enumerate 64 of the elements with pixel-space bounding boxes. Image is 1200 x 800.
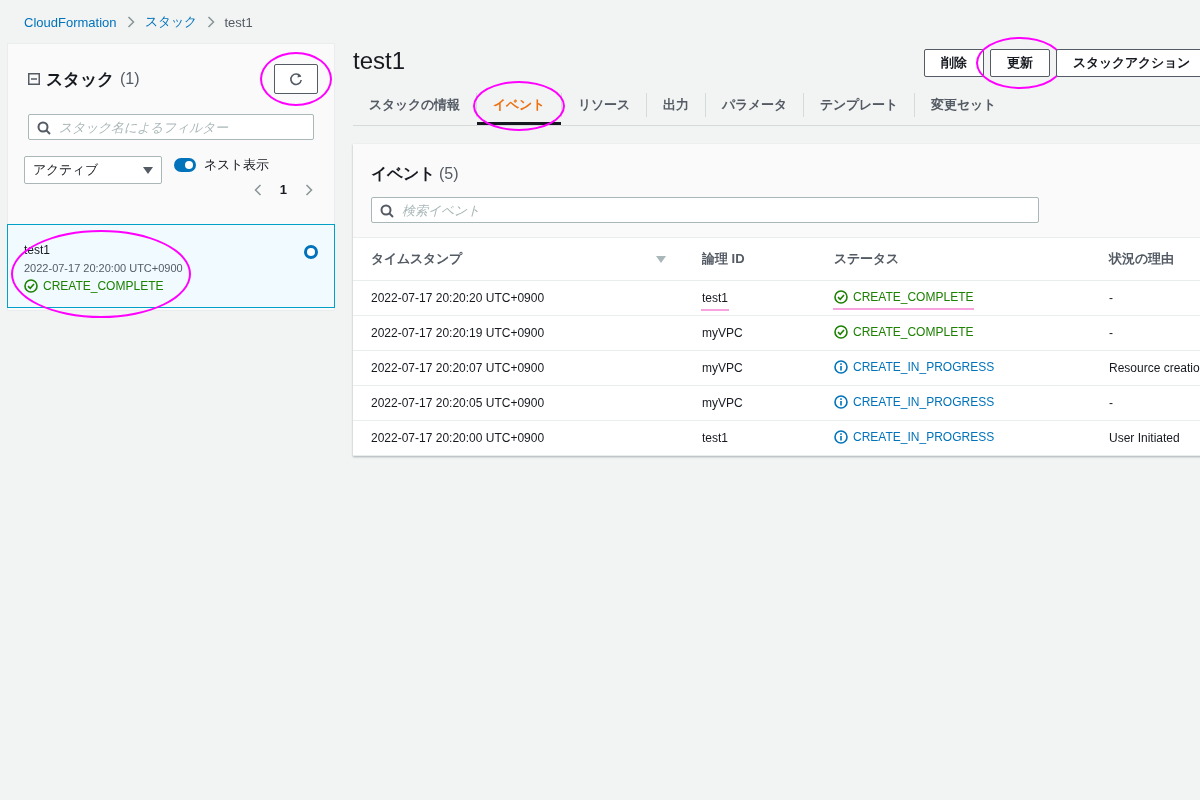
breadcrumb-link[interactable]: スタック: [144, 13, 197, 31]
table-cell: myVPC: [702, 326, 743, 340]
status-text: CREATE_IN_PROGRESS: [853, 394, 995, 409]
action-button[interactable]: 削除: [924, 49, 984, 77]
stack-count: (1): [120, 70, 140, 88]
table-cell: 2022-07-17 20:20:19 UTC+0900: [371, 326, 545, 340]
column-header[interactable]: 論理 ID: [702, 250, 745, 268]
status-dropdown[interactable]: アクティブ: [24, 156, 162, 184]
info-circle-icon: [834, 394, 848, 409]
breadcrumb-link[interactable]: CloudFormation: [24, 14, 117, 30]
radio-button[interactable]: [304, 245, 318, 259]
table-cell: 2022-07-17 20:20:07 UTC+0900: [371, 361, 545, 375]
table-cell: User Initiated: [1109, 431, 1180, 445]
table-cell: test1: [702, 291, 728, 305]
tab[interactable]: スタックの情報: [353, 85, 476, 125]
toggle-label: ネスト表示: [204, 156, 269, 174]
refresh-button[interactable]: [274, 64, 318, 94]
refresh-icon: [289, 72, 303, 86]
table-cell: Resource creatio: [1109, 361, 1200, 375]
table-cell: 2022-07-17 20:20:05 UTC+0900: [371, 396, 545, 410]
search-field[interactable]: 検索イベント: [371, 197, 1039, 223]
toggle-switch[interactable]: [174, 158, 196, 172]
info-circle-icon: [834, 429, 848, 444]
table-cell: myVPC: [702, 361, 743, 375]
page-number[interactable]: 1: [279, 182, 287, 197]
status-text: CREATE_COMPLETE: [43, 279, 164, 293]
action-button[interactable]: スタックアクション: [1056, 49, 1200, 77]
table-cell: -: [1109, 396, 1113, 410]
status-text: CREATE_COMPLETE: [853, 324, 974, 339]
chevron-right-icon: [126, 16, 135, 28]
collapse-icon[interactable]: [28, 73, 40, 85]
table-cell: -: [1109, 326, 1113, 340]
table-cell: 2022-07-17 20:20:00 UTC+0900: [371, 431, 545, 445]
stack-time: 2022-07-17 20:20:00 UTC+0900: [24, 262, 183, 274]
status-text: CREATE_IN_PROGRESS: [853, 429, 995, 444]
caret-down-icon: [143, 166, 153, 174]
action-button[interactable]: 更新: [990, 49, 1050, 77]
check-circle-icon: [834, 289, 848, 304]
chevron-right-icon: [305, 183, 313, 196]
tab[interactable]: 出力: [647, 85, 705, 125]
chevron-left-icon: [253, 183, 262, 196]
table-cell: myVPC: [702, 396, 743, 410]
breadcrumb-current: test1: [224, 14, 253, 30]
search-field[interactable]: スタック名によるフィルター: [28, 114, 314, 140]
check-circle-icon: [24, 279, 38, 293]
panel-title: スタック: [46, 68, 114, 91]
check-circle-icon: [834, 324, 848, 339]
tab[interactable]: 変更セット: [915, 85, 1012, 125]
table-cell: 2022-07-17 20:20:20 UTC+0900: [371, 291, 545, 305]
stack-title: test1: [353, 47, 406, 75]
column-header[interactable]: ステータス: [834, 250, 899, 268]
chevron-right-icon: [206, 16, 215, 28]
tab[interactable]: リソース: [562, 85, 646, 125]
status-text: CREATE_COMPLETE: [853, 289, 974, 304]
info-circle-icon: [834, 359, 848, 374]
status-text: CREATE_IN_PROGRESS: [853, 359, 995, 374]
table-cell: -: [1109, 291, 1113, 305]
events-count: (5): [439, 165, 459, 183]
column-header[interactable]: タイムスタンプ: [371, 250, 462, 268]
column-header[interactable]: 状況の理由: [1109, 250, 1174, 268]
table-cell: test1: [702, 431, 728, 445]
tab[interactable]: テンプレート: [804, 85, 914, 125]
tab[interactable]: パラメータ: [706, 85, 803, 125]
events-title: イベント: [371, 164, 435, 184]
